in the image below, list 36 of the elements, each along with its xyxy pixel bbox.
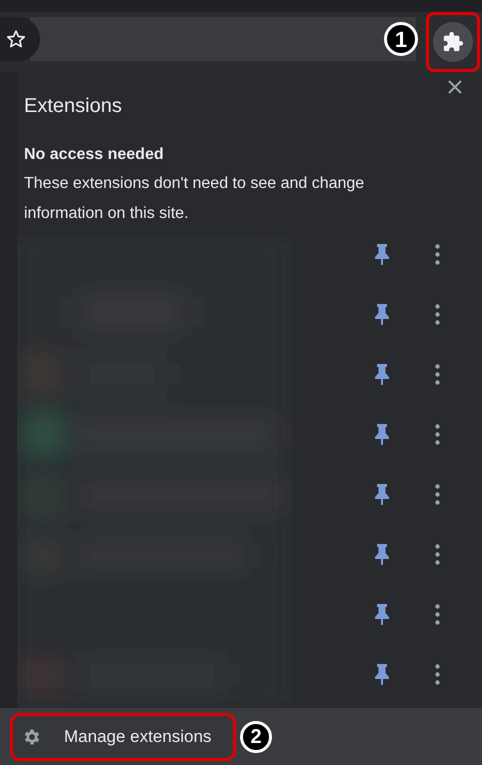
more-vert-icon <box>434 664 440 684</box>
callout-badge: 2 <box>240 720 272 752</box>
more-vert-icon <box>434 484 440 504</box>
settings-icon <box>22 726 42 746</box>
section-description: These extensions don't need to see and change information on this site. <box>24 174 366 224</box>
pin-button[interactable] <box>372 423 392 445</box>
more-vert-icon <box>434 604 440 624</box>
pin-button[interactable] <box>372 543 392 565</box>
close-icon <box>448 80 462 94</box>
pushpin-icon <box>375 244 389 264</box>
more-vert-icon <box>434 304 440 324</box>
manage-extensions-button[interactable]: Manage extensions <box>10 712 236 760</box>
bookmark-star-icon[interactable] <box>6 29 26 49</box>
section-heading: No access needed <box>24 145 164 165</box>
close-button[interactable] <box>446 78 464 96</box>
pushpin-icon <box>375 364 389 384</box>
pin-button[interactable] <box>372 603 392 625</box>
pushpin-icon <box>375 664 389 684</box>
pin-button[interactable] <box>372 663 392 685</box>
pushpin-icon <box>375 304 389 324</box>
panel-title: Extensions <box>24 94 122 119</box>
more-vert-icon <box>434 364 440 384</box>
pin-button[interactable] <box>372 243 392 265</box>
pushpin-icon <box>375 484 389 504</box>
address-bar[interactable] <box>30 17 416 61</box>
puzzle-icon <box>442 31 464 53</box>
pin-button[interactable] <box>372 483 392 505</box>
extensions-button[interactable] <box>433 22 473 62</box>
more-vert-icon <box>434 244 440 264</box>
pin-button[interactable] <box>372 303 392 325</box>
pushpin-icon <box>375 424 389 444</box>
pushpin-icon <box>375 604 389 624</box>
more-vert-icon <box>434 424 440 444</box>
more-vert-icon <box>434 544 440 564</box>
pushpin-icon <box>375 544 389 564</box>
pin-button[interactable] <box>372 363 392 385</box>
